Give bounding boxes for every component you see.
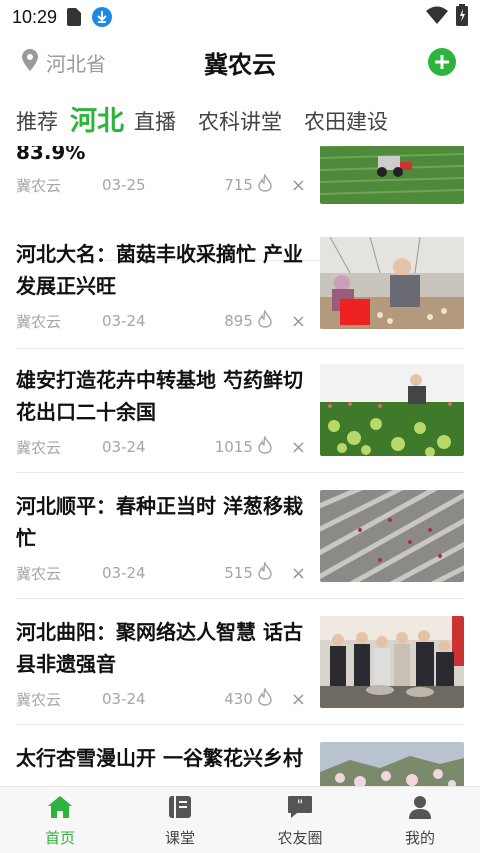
book-icon <box>168 795 192 823</box>
news-card[interactable]: 河北顺平：春种正当时 洋葱移栽忙 冀农云 03-24 515 × <box>0 490 480 616</box>
news-title: 河北大名：菌菇丰收采摘忙 产业发展正兴旺 <box>16 242 303 298</box>
news-title: 雄安打造花卉中转基地 芍药鲜切花出口二十余国 <box>16 368 303 424</box>
nav-home-label: 首页 <box>44 829 75 847</box>
battery-icon <box>456 3 468 31</box>
news-source: 冀农云 <box>16 690 62 709</box>
wifi-icon <box>426 6 448 29</box>
tab-agri-lecture[interactable]: 农科讲堂 <box>198 106 282 144</box>
user-icon <box>408 795 432 823</box>
dismiss-button[interactable]: × <box>291 689 306 710</box>
home-icon <box>47 795 73 823</box>
news-meta: 冀农云 03-24 1015 × <box>16 434 306 458</box>
location-label: 河北省 <box>46 51 106 76</box>
news-thumbnail <box>320 237 464 329</box>
news-meta: 冀农云 03-24 430 × <box>16 686 306 710</box>
nav-classroom[interactable]: 课堂 <box>120 787 240 853</box>
app-header: 河北省 冀农云 <box>0 38 480 86</box>
news-source: 冀农云 <box>16 564 62 583</box>
category-tabs: 推荐 河北 直播 农科讲堂 农田建设 <box>0 96 480 144</box>
news-views: 515 <box>224 564 253 582</box>
news-thumbnail <box>320 364 464 456</box>
news-title: 河北曲阳：聚网络达人智慧 话古县非遗强音 <box>16 620 303 676</box>
dismiss-button[interactable]: × <box>291 311 306 332</box>
download-icon <box>91 6 113 28</box>
news-views: 895 <box>224 312 253 330</box>
bottom-nav: 首页 课堂 " 农友圈 我的 <box>0 786 480 853</box>
divider <box>16 472 464 473</box>
flame-icon <box>257 686 273 710</box>
chat-quote-icon: " <box>287 795 313 823</box>
status-time: 10:29 <box>12 6 58 27</box>
nav-profile[interactable]: 我的 <box>360 787 480 853</box>
news-views: 1015 <box>214 438 253 456</box>
tab-recommend[interactable]: 推荐 <box>16 106 58 144</box>
nav-community-label: 农友圈 <box>277 829 323 847</box>
news-feed[interactable]: 83.9% 冀农云 03-25 715 × 河北大名：菌菇丰收采摘忙 产业发展正… <box>0 146 480 786</box>
news-source: 冀农云 <box>16 176 62 195</box>
news-card[interactable]: 河北大名：菌菇丰收采摘忙 产业发展正兴旺 冀农云 03-24 895 × <box>0 237 480 364</box>
news-views: 715 <box>224 176 253 194</box>
news-date: 03-24 <box>102 312 146 330</box>
location-pin-icon <box>22 48 46 76</box>
svg-text:": " <box>297 798 303 814</box>
news-meta: 冀农云 03-25 715 × <box>16 172 306 196</box>
plus-icon <box>435 55 449 69</box>
news-card[interactable]: 河北曲阳：聚网络达人智慧 话古县非遗强音 冀农云 03-24 430 × <box>0 616 480 742</box>
nav-classroom-label: 课堂 <box>164 829 195 847</box>
news-title: 河北顺平：春种正当时 洋葱移栽忙 <box>16 494 303 550</box>
divider <box>16 598 464 599</box>
news-title: 太行杏雪漫山开 一谷繁花兴乡村 <box>16 746 303 770</box>
tab-live[interactable]: 直播 <box>134 106 176 144</box>
sim-card-icon <box>67 8 82 26</box>
news-thumbnail <box>320 616 464 708</box>
news-date: 03-24 <box>102 564 146 582</box>
news-date: 03-24 <box>102 690 146 708</box>
news-date: 03-24 <box>102 438 146 456</box>
news-meta: 冀农云 03-24 895 × <box>16 308 306 332</box>
location-selector[interactable]: 河北省 <box>22 48 106 77</box>
dismiss-button[interactable]: × <box>291 437 306 458</box>
flame-icon <box>257 172 273 196</box>
news-card[interactable]: 太行杏雪漫山开 一谷繁花兴乡村 <box>0 742 480 786</box>
news-title: 83.9% <box>16 146 86 164</box>
dismiss-button[interactable]: × <box>291 175 306 196</box>
news-thumbnail <box>320 490 464 582</box>
flame-icon <box>257 308 273 332</box>
flame-icon <box>257 560 273 584</box>
news-thumbnail <box>320 742 464 786</box>
divider <box>16 348 464 349</box>
divider <box>16 724 464 725</box>
news-views: 430 <box>224 690 253 708</box>
news-thumbnail <box>320 146 464 204</box>
status-bar: 10:29 <box>0 0 480 34</box>
news-date: 03-25 <box>102 176 146 194</box>
tab-farmland[interactable]: 农田建设 <box>304 106 388 144</box>
news-source: 冀农云 <box>16 438 62 457</box>
nav-profile-label: 我的 <box>404 829 435 847</box>
news-card[interactable]: 雄安打造花卉中转基地 芍药鲜切花出口二十余国 冀农云 03-24 1015 × <box>0 364 480 490</box>
add-button[interactable] <box>428 48 456 76</box>
nav-home[interactable]: 首页 <box>0 787 120 853</box>
flame-icon <box>257 434 273 458</box>
news-source: 冀农云 <box>16 312 62 331</box>
news-meta: 冀农云 03-24 515 × <box>16 560 306 584</box>
tab-hebei[interactable]: 河北 <box>70 99 124 144</box>
nav-community[interactable]: " 农友圈 <box>240 787 360 853</box>
dismiss-button[interactable]: × <box>291 563 306 584</box>
